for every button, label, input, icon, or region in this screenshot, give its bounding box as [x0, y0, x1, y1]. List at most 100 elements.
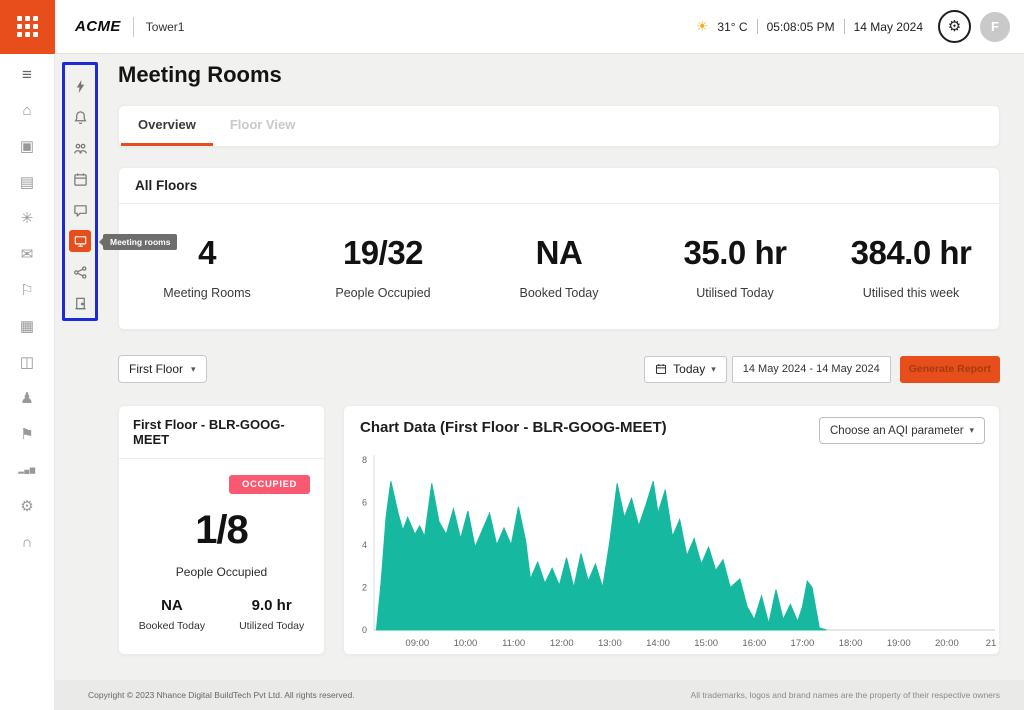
footer: Copyright © 2023 Nhance Digital BuildTec… [55, 680, 1024, 710]
connections-icon[interactable] [69, 261, 91, 283]
stat-value: NA [471, 234, 647, 272]
doors-icon[interactable] [69, 292, 91, 314]
stat-people-occupied: 19/32 People Occupied [295, 234, 471, 300]
tab-overview[interactable]: Overview [121, 106, 213, 146]
stat-value: 19/32 [295, 234, 471, 272]
kiosk-icon[interactable]: ▤ [14, 171, 40, 195]
svg-text:21:0: 21:0 [986, 638, 997, 649]
tab-floor-view[interactable]: Floor View [213, 106, 313, 146]
meeting-rooms-icon[interactable] [69, 230, 91, 252]
svg-text:20:00: 20:00 [935, 638, 959, 649]
analytics-icon[interactable]: ▂▄▆ [14, 459, 40, 483]
weather-icon: ☀ [696, 18, 709, 35]
energy-icon[interactable] [69, 75, 91, 97]
occupied-status-badge: OCCUPIED [229, 475, 310, 494]
svg-text:13:00: 13:00 [598, 638, 622, 649]
all-floors-title: All Floors [119, 168, 999, 204]
room-card-title: First Floor - BLR-GOOG-MEET [119, 406, 324, 459]
svg-text:6: 6 [362, 498, 367, 508]
feedback-icon[interactable] [69, 199, 91, 221]
footer-copyright: Copyright © 2023 Nhance Digital BuildTec… [88, 690, 355, 700]
room-booked-stat: NA Booked Today [139, 597, 205, 632]
stat-utilised-week: 384.0 hr Utilised this week [823, 234, 999, 300]
primary-sidebar: ≡ ⌂ ▣ ▤ ✳ ✉ ⚐ ▦ ◫ ♟ ⚑ ▂▄▆ ⚙ ∩ [0, 54, 55, 710]
aqi-parameter-select[interactable]: Choose an AQI parameter ▾ [819, 417, 985, 444]
integrations-icon[interactable]: ✳ [14, 207, 40, 231]
chart-card: Chart Data (First Floor - BLR-GOOG-MEET)… [343, 405, 1000, 655]
svg-text:09:00: 09:00 [405, 638, 429, 649]
chevron-down-icon: ▾ [191, 364, 196, 375]
chevron-down-icon: ▾ [969, 425, 974, 436]
booking-icon[interactable] [69, 168, 91, 190]
chat-bubble-icon [73, 203, 88, 218]
aqi-parameter-placeholder: Choose an AQI parameter [830, 425, 964, 437]
lightning-icon [73, 79, 88, 94]
room-occupancy-label: People Occupied [119, 565, 324, 579]
menu-icon[interactable]: ≡ [14, 63, 40, 87]
avatar[interactable]: F [980, 12, 1010, 42]
svg-text:8: 8 [362, 455, 367, 465]
spaces-icon[interactable]: ▣ [14, 135, 40, 159]
occupancy-icon[interactable] [69, 137, 91, 159]
generate-report-button[interactable]: Generate Report [900, 356, 1000, 383]
svg-text:19:00: 19:00 [887, 638, 911, 649]
settings-nav-icon[interactable]: ⚙ [14, 495, 40, 519]
room-utilized-stat: 9.0 hr Utilized Today [239, 597, 304, 632]
stat-label: People Occupied [295, 286, 471, 300]
area-chart-svg: 0246809:0010:0011:0012:0013:0014:0015:00… [352, 450, 997, 650]
floor-select[interactable]: First Floor ▾ [118, 355, 207, 383]
room-utilized-value: 9.0 hr [239, 597, 304, 614]
people-group-icon [73, 141, 88, 156]
clock-value: 05:08:05 PM [767, 20, 835, 34]
all-floors-stats: 4 Meeting Rooms 19/32 People Occupied NA… [119, 204, 999, 330]
bell-icon [73, 110, 88, 125]
stat-label: Meeting Rooms [119, 286, 295, 300]
filter-row: First Floor ▾ Today ▾ 14 May 2024 - 14 M… [118, 355, 1000, 383]
page-title: Meeting Rooms [118, 62, 282, 88]
tab-bar: Overview Floor View [118, 105, 1000, 147]
stat-label: Booked Today [471, 286, 647, 300]
gear-icon: ⚙ [948, 19, 961, 34]
transport-icon[interactable]: ⚐ [14, 279, 40, 303]
messages-icon[interactable]: ✉ [14, 243, 40, 267]
stat-value: 384.0 hr [823, 234, 999, 272]
room-booked-label: Booked Today [139, 620, 205, 632]
date-range-field[interactable]: 14 May 2024 - 14 May 2024 [732, 356, 891, 383]
svg-text:16:00: 16:00 [742, 638, 766, 649]
top-bar: ACME Tower1 ☀ 31° C 05:08:05 PM 14 May 2… [0, 0, 1024, 54]
settings-button[interactable]: ⚙ [938, 10, 971, 43]
svg-text:17:00: 17:00 [791, 638, 815, 649]
building-name: Tower1 [146, 20, 185, 34]
hub-icon [73, 265, 88, 280]
reports-icon[interactable]: ⚑ [14, 423, 40, 447]
displays-icon[interactable]: ◫ [14, 351, 40, 375]
svg-text:4: 4 [362, 540, 367, 550]
svg-text:11:00: 11:00 [502, 638, 525, 649]
header-separator [757, 19, 758, 34]
devices-icon[interactable]: ▦ [14, 315, 40, 339]
home-icon[interactable]: ⌂ [14, 99, 40, 123]
range-select[interactable]: Today ▾ [644, 356, 727, 383]
stat-value: 35.0 hr [647, 234, 823, 272]
range-select-value: Today [673, 362, 705, 376]
calendar-small-icon [655, 363, 667, 375]
door-icon [73, 296, 88, 311]
svg-text:14:00: 14:00 [646, 638, 670, 649]
app-launcher-button[interactable] [0, 0, 55, 54]
alerts-icon[interactable] [69, 106, 91, 128]
module-rail [64, 75, 96, 314]
people-icon[interactable]: ♟ [14, 387, 40, 411]
svg-text:10:00: 10:00 [454, 638, 478, 649]
header-divider [133, 17, 134, 37]
svg-text:12:00: 12:00 [550, 638, 574, 649]
support-icon[interactable]: ∩ [14, 531, 40, 555]
header-separator [844, 19, 845, 34]
floor-select-value: First Floor [129, 362, 183, 376]
svg-text:2: 2 [362, 583, 367, 593]
stat-utilised-today: 35.0 hr Utilised Today [647, 234, 823, 300]
apps-grid-icon [17, 16, 38, 37]
stat-label: Utilised Today [647, 286, 823, 300]
date-value: 14 May 2024 [854, 20, 923, 34]
all-floors-card: All Floors 4 Meeting Rooms 19/32 People … [118, 167, 1000, 330]
temperature-value: 31° C [717, 20, 747, 34]
